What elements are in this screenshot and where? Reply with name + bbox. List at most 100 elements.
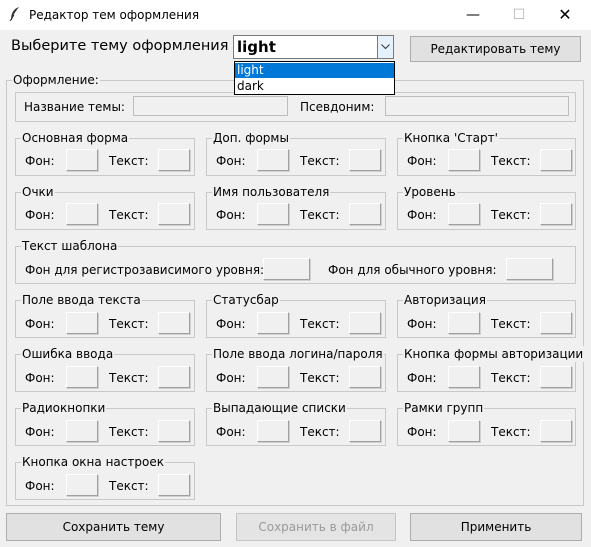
text-label: Текст: <box>300 317 340 331</box>
theme-select-label: Выберите тему оформления > <box>11 38 246 54</box>
text-label: Текст: <box>109 154 149 168</box>
input-error-bg-color-button[interactable] <box>66 366 98 388</box>
statusbar-bg-color-button[interactable] <box>257 312 289 334</box>
group-title: Текст шаблона <box>21 238 119 254</box>
group-title: Рамки групп <box>403 400 485 416</box>
group-title: Кнопка формы авторизации <box>403 346 585 362</box>
apply-button[interactable]: Применить <box>410 513 582 541</box>
text-label: Текст: <box>300 208 340 222</box>
text-label: Текст: <box>109 479 149 493</box>
group-title: Радиокнопки <box>21 400 107 416</box>
dropdown-option-dark[interactable]: dark <box>235 79 394 94</box>
radio-buttons-text-color-button[interactable] <box>158 420 190 442</box>
bg-label: Фон: <box>216 371 246 385</box>
group-title: Ошибка ввода <box>21 346 115 362</box>
text-label: Текст: <box>491 425 531 439</box>
theme-dropdown-list[interactable]: light dark <box>234 61 395 95</box>
text-label: Текст: <box>491 317 531 331</box>
level-text-color-button[interactable] <box>540 203 572 225</box>
radio-buttons-bg-color-button[interactable] <box>66 420 98 442</box>
save-to-file-button[interactable]: Сохранить в файл <box>236 513 396 541</box>
bg-label: Фон: <box>407 208 437 222</box>
dropdown-lists-bg-color-button[interactable] <box>257 420 289 442</box>
authorization-bg-color-button[interactable] <box>448 312 480 334</box>
main-form-text-color-button[interactable] <box>158 149 190 171</box>
theme-combobox-value: light <box>237 38 276 56</box>
group-title: Кнопка 'Старт' <box>403 130 499 146</box>
close-button[interactable]: ✕ <box>542 0 588 30</box>
group-title: Доп. формы <box>212 130 290 146</box>
bg-label: Фон: <box>216 208 246 222</box>
text-label: Текст: <box>109 425 149 439</box>
input-error-text-color-button[interactable] <box>158 366 190 388</box>
bg-label: Фон: <box>407 425 437 439</box>
username-bg-color-button[interactable] <box>257 203 289 225</box>
group-title: Имя пользователя <box>212 184 331 200</box>
settings-button-text-color-button[interactable] <box>158 474 190 496</box>
extra-forms-bg-color-button[interactable] <box>257 149 289 171</box>
auth-button-text-color-button[interactable] <box>540 366 572 388</box>
statusbar-text-color-button[interactable] <box>349 312 381 334</box>
group-title: Поле ввода текста <box>21 292 142 308</box>
alias-label: Псевдоним: <box>300 100 375 114</box>
theme-name-label: Название темы: <box>24 100 125 114</box>
group-frames-text-color-button[interactable] <box>540 420 572 442</box>
text-input-bg-color-button[interactable] <box>66 312 98 334</box>
text-label: Текст: <box>109 208 149 222</box>
bg-label: Фон: <box>216 425 246 439</box>
points-text-color-button[interactable] <box>158 203 190 225</box>
login-field-bg-color-button[interactable] <box>257 366 289 388</box>
bg-label: Фон: <box>25 208 55 222</box>
case-sensitive-bg-color-button[interactable] <box>263 258 310 280</box>
group-title: Кнопка окна настроек <box>21 454 165 470</box>
bg-label: Фон: <box>25 371 55 385</box>
text-label: Текст: <box>300 154 340 168</box>
text-label: Текст: <box>491 371 531 385</box>
window-title: Редактор тем оформления <box>29 8 200 22</box>
group-title: Выпадающие списки <box>212 400 347 416</box>
group-title: Поле ввода логина/пароля <box>212 346 384 362</box>
group-title: Основная форма <box>21 130 130 146</box>
points-bg-color-button[interactable] <box>66 203 98 225</box>
text-label: Текст: <box>109 317 149 331</box>
bg-label: Фон: <box>25 317 55 331</box>
text-input-text-color-button[interactable] <box>158 312 190 334</box>
theme-name-field[interactable] <box>133 96 288 116</box>
dropdown-option-light[interactable]: light <box>235 63 394 78</box>
alias-field[interactable] <box>385 96 569 116</box>
text-label: Текст: <box>491 154 531 168</box>
minimize-button[interactable]: — <box>450 0 496 30</box>
group-title: Статусбар <box>212 292 280 308</box>
extra-forms-text-color-button[interactable] <box>349 149 381 171</box>
bg-label: Фон: <box>407 154 437 168</box>
login-field-text-color-button[interactable] <box>349 366 381 388</box>
text-label: Текст: <box>109 371 149 385</box>
bg-label: Фон: <box>407 371 437 385</box>
feather-icon <box>8 6 22 22</box>
start-button-bg-color-button[interactable] <box>448 149 480 171</box>
dropdown-lists-text-color-button[interactable] <box>349 420 381 442</box>
username-text-color-button[interactable] <box>349 203 381 225</box>
settings-button-bg-color-button[interactable] <box>66 474 98 496</box>
start-button-text-color-button[interactable] <box>540 149 572 171</box>
group-title: Авторизация <box>403 292 487 308</box>
auth-button-bg-color-button[interactable] <box>448 366 480 388</box>
text-label: Текст: <box>491 208 531 222</box>
normal-bg-label: Фон для обычного уровня: <box>328 263 497 277</box>
text-label: Текст: <box>300 371 340 385</box>
bg-label: Фон: <box>25 425 55 439</box>
authorization-text-color-button[interactable] <box>540 312 572 334</box>
text-label: Текст: <box>300 425 340 439</box>
normal-bg-color-button[interactable] <box>506 258 553 280</box>
edit-theme-button[interactable]: Редактировать тему <box>410 36 581 62</box>
bg-label: Фон: <box>216 317 246 331</box>
chevron-down-icon[interactable] <box>377 36 393 58</box>
design-group-title: Оформление: <box>12 72 100 88</box>
group-title: Уровень <box>403 184 457 200</box>
group-frames-bg-color-button[interactable] <box>448 420 480 442</box>
main-form-bg-color-button[interactable] <box>66 149 98 171</box>
save-theme-button[interactable]: Сохранить тему <box>6 513 221 541</box>
level-bg-color-button[interactable] <box>448 203 480 225</box>
theme-combobox[interactable]: light <box>233 35 394 59</box>
maximize-button[interactable]: ☐ <box>496 0 542 30</box>
